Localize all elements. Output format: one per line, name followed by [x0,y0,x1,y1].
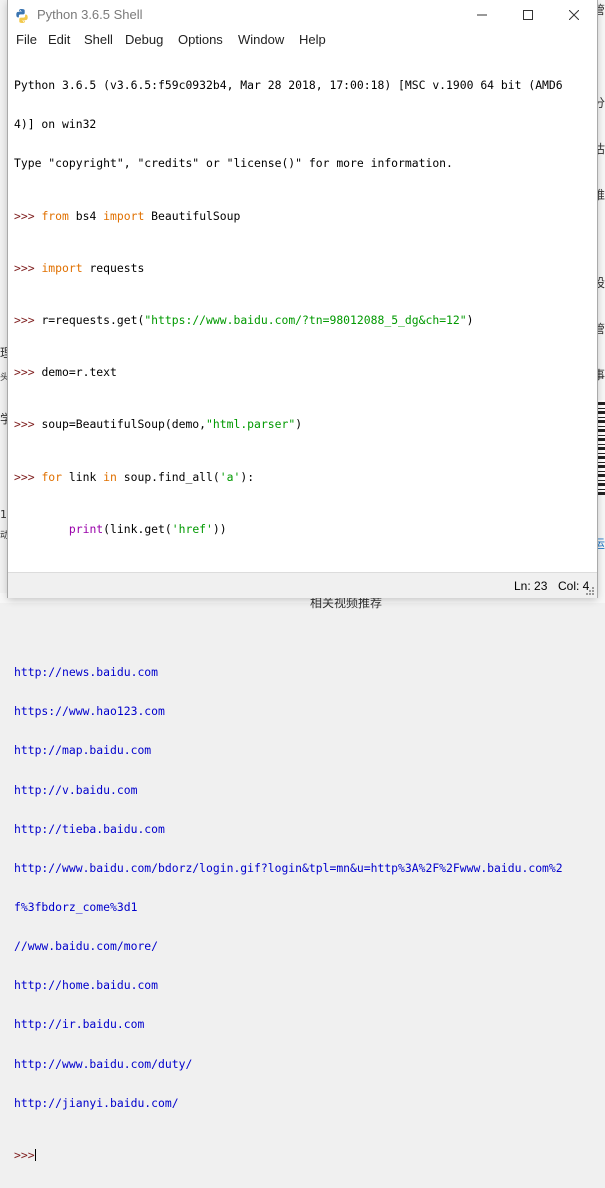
minimize-button[interactable] [459,0,505,30]
menu-bar: File Edit Shell Debug Options Window Hel… [8,30,597,52]
menu-help[interactable]: Help [297,32,328,47]
stdout-line: http://ir.baidu.com [14,1017,145,1032]
input-line[interactable]: >>> [14,1147,563,1162]
code-text: )) [212,521,227,536]
keyword: from [41,208,69,223]
banner-line: 4)] on win32 [14,117,97,132]
status-bar: Ln: 23 Col: 4 [8,572,597,598]
command-line: >>> demo=r.text [14,366,563,379]
close-button[interactable] [551,0,597,30]
maximize-icon [523,10,533,20]
title-bar[interactable]: Python 3.6.5 Shell [8,0,597,30]
resize-grip-icon[interactable] [585,586,595,596]
code-text: requests [82,260,145,275]
stdout-line: http://news.baidu.com [14,665,159,680]
keyword: for [41,469,63,484]
stdout-line: http://v.baidu.com [14,782,138,797]
status-line-number: Ln: 23 [514,579,548,593]
string-literal: 'a' [219,469,241,484]
minimize-icon [477,14,487,16]
code-text: BeautifulSoup [144,208,241,223]
code-text: soup=BeautifulSoup(demo, [41,417,207,432]
menu-file[interactable]: File [14,32,39,47]
code-text: demo=r.text [41,365,117,380]
keyword: in [103,469,117,484]
stdout-line: http://tieba.baidu.com [14,821,165,836]
code-text: ) [295,417,303,432]
string-literal: 'href' [171,521,213,536]
command-line: >>> r=requests.get("https://www.baidu.co… [14,312,563,327]
code-text: soup.find_all( [116,469,220,484]
stdout-line: http://jianyi.baidu.com/ [14,1095,179,1110]
string-literal: "html.parser" [206,417,296,432]
shell-output: Python 3.6.5 (v3.6.5:f59c0932b4, Mar 28 … [14,53,563,1188]
keyword: import [41,260,83,275]
code-text: ): [240,469,255,484]
prompt: >>> [14,417,42,432]
stdout-line: http://map.baidu.com [14,743,152,758]
code-text: ) [466,312,474,327]
menu-shell[interactable]: Shell [82,32,115,47]
code-text: r=requests.get( [41,312,145,327]
command-line: print(link.get('href')) [14,521,563,536]
command-line: >>> from bs4 import BeautifulSoup [14,208,563,223]
string-literal: "https://www.baidu.com/?tn=98012088_5_dg… [144,312,467,327]
prompt: >>> [14,260,42,275]
stdout-line: http://www.baidu.com/duty/ [14,1056,193,1071]
menu-options[interactable]: Options [176,32,225,47]
background-qr-code [597,400,605,495]
banner-line: Type "copyright", "credits" or "license(… [14,156,453,171]
stdout-line: http://www.baidu.com/bdorz/login.gif?log… [14,860,563,875]
prompt: >>> [14,312,42,327]
code-text: (link.get( [103,521,172,536]
prompt: >>> [14,208,42,223]
close-icon [569,10,579,20]
text-cursor [34,1149,36,1162]
command-line: >>> for link in soup.find_all('a'): [14,469,563,484]
keyword: import [103,208,145,223]
menu-edit[interactable]: Edit [46,32,72,47]
command-line: >>> soup=BeautifulSoup(demo,"html.parser… [14,418,563,431]
window-title: Python 3.6.5 Shell [37,7,143,22]
menu-window[interactable]: Window [236,32,286,47]
prompt: >>> [14,469,42,484]
python-icon [14,8,30,24]
command-line: >>> import requests [14,260,563,275]
idle-shell-window: Python 3.6.5 Shell File Edit Shell Debug… [8,0,597,1161]
maximize-button[interactable] [505,0,551,30]
stdout-line: http://home.baidu.com [14,978,159,993]
code-text: bs4 [68,208,104,223]
code-text: link [62,469,104,484]
stdout-line: https://www.hao123.com [14,704,165,719]
builtin-name: print [68,521,104,536]
prompt: >>> [14,365,42,380]
stdout-line: //www.baidu.com/more/ [14,939,159,954]
prompt: >>> [14,1147,35,1162]
banner-line: Python 3.6.5 (v3.6.5:f59c0932b4, Mar 28 … [14,78,563,93]
stdout-line: f%3fbdorz_come%3d1 [14,900,138,915]
shell-text-area[interactable]: Python 3.6.5 (v3.6.5:f59c0932b4, Mar 28 … [8,52,597,1161]
menu-debug[interactable]: Debug [123,32,165,47]
